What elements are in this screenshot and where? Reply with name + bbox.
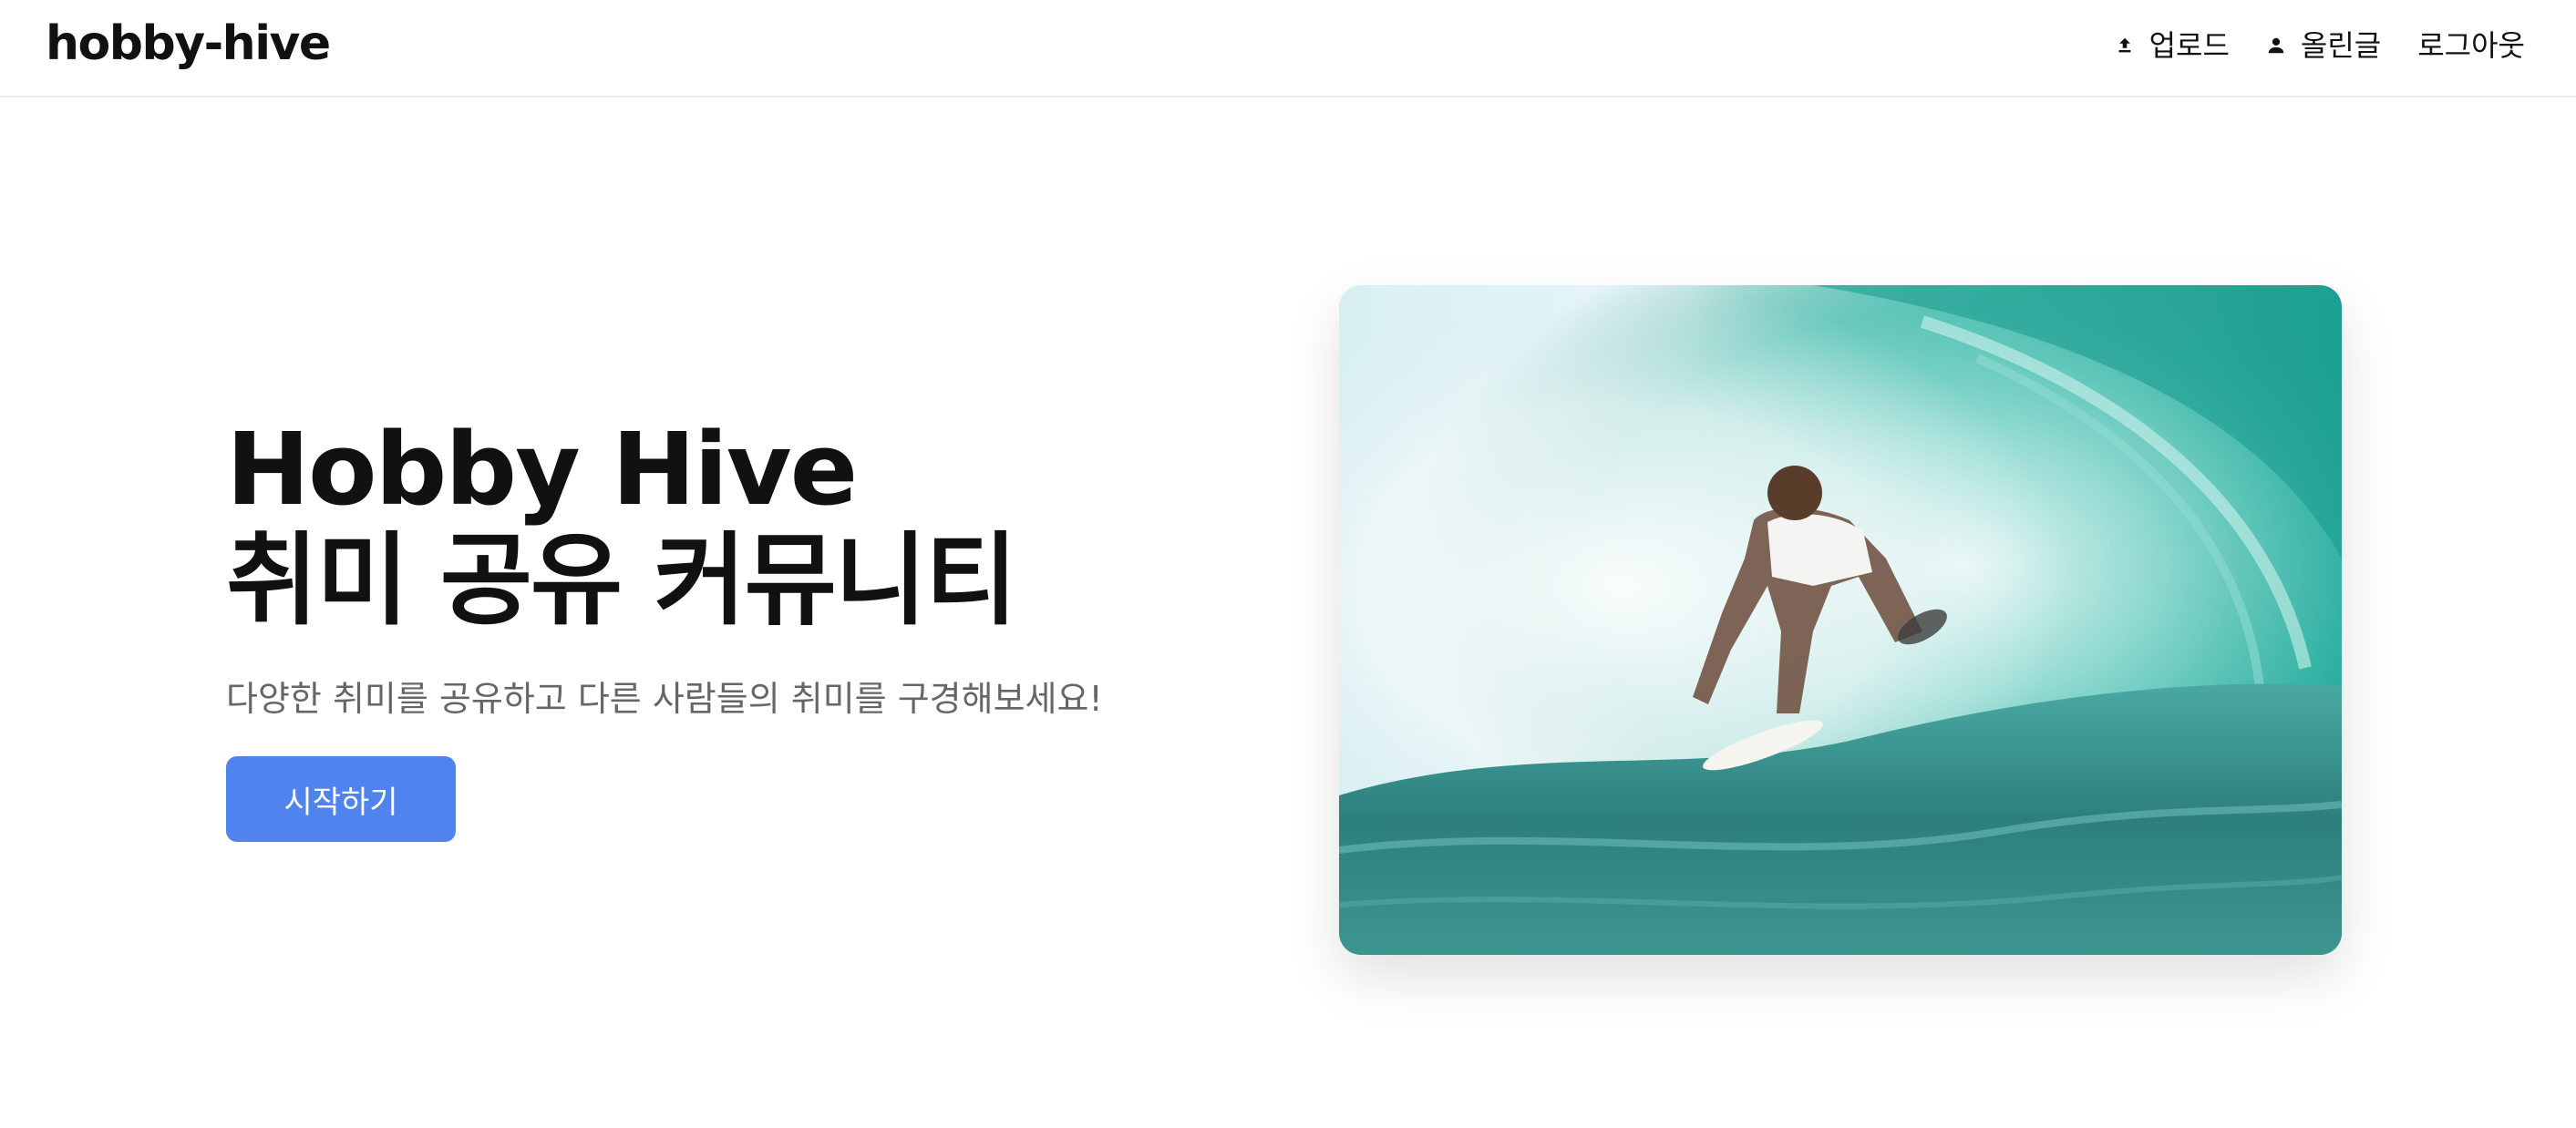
site-logo[interactable]: hobby-hive <box>46 16 331 71</box>
hero-subtitle: 다양한 취미를 공유하고 다른 사람들의 취미를 구경해보세요! <box>226 679 1103 719</box>
top-nav: 업로드 올린글 로그아웃 <box>2115 24 2525 67</box>
my-posts-label: 올린글 <box>2300 28 2382 63</box>
my-posts-link[interactable]: 올린글 <box>2266 24 2381 67</box>
top-header: hobby-hive 업로드 올린글 로그아웃 <box>0 0 2576 97</box>
hero-title-line-1: Hobby Hive <box>226 411 858 528</box>
upload-link[interactable]: 업로드 <box>2115 24 2230 67</box>
logout-link[interactable]: 로그아웃 <box>2417 24 2525 67</box>
hero-image <box>1339 285 2342 955</box>
hero-title-line-2: 취미 공유 커뮤니티 <box>226 522 1017 639</box>
hero-section: Hobby Hive 취미 공유 커뮤니티 다양한 취미를 공유하고 다른 사람… <box>226 414 1320 842</box>
upload-label: 업로드 <box>2148 28 2230 63</box>
person-icon <box>2268 37 2284 54</box>
logout-label: 로그아웃 <box>2417 28 2525 63</box>
hero-title: Hobby Hive 취미 공유 커뮤니티 <box>226 414 1320 636</box>
upload-icon <box>2118 37 2130 53</box>
start-button[interactable]: 시작하기 <box>226 756 456 842</box>
surfer-in-wave-photo <box>1339 285 2342 955</box>
